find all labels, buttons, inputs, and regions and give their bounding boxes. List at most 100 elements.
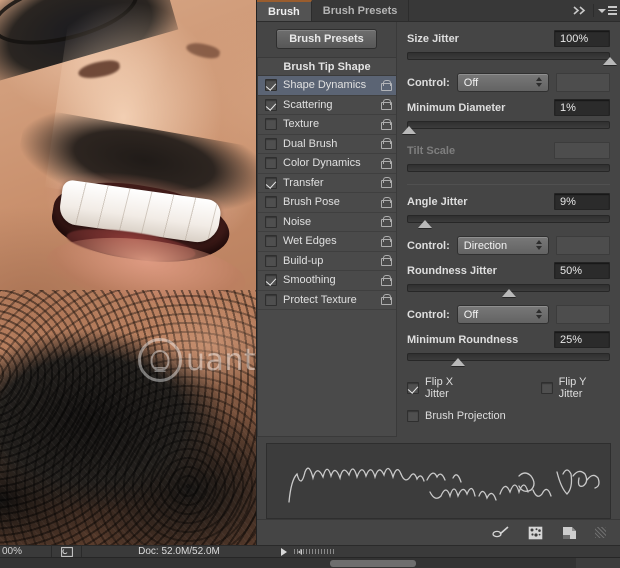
option-row-smoothing[interactable]: Smoothing — [258, 271, 396, 291]
shape-dynamics-controls: Size Jitter 100% Control: Off Minimum Di… — [397, 22, 620, 437]
brush-projection-item[interactable]: Brush Projection — [407, 410, 506, 422]
lock-icon[interactable] — [381, 255, 392, 267]
checkbox-smoothing[interactable] — [265, 274, 277, 287]
option-row-texture[interactable]: Texture — [258, 115, 396, 135]
minimum-roundness-slider[interactable] — [407, 351, 610, 366]
minimum-diameter-row: Minimum Diameter 1% — [407, 91, 610, 116]
flip-y-jitter-item[interactable]: Flip Y Jitter — [540, 376, 610, 400]
option-row-wet-edges[interactable]: Wet Edges — [258, 232, 396, 252]
slider-thumb[interactable] — [402, 126, 417, 134]
checkbox-flip-y-jitter[interactable] — [540, 382, 553, 394]
minimum-diameter-value[interactable]: 1% — [554, 99, 610, 116]
angle-jitter-slider[interactable] — [407, 213, 610, 228]
option-row-noise[interactable]: Noise — [258, 213, 396, 232]
minimum-roundness-row: Minimum Roundness 25% — [407, 323, 610, 348]
new-brush-preset-icon[interactable] — [559, 524, 579, 542]
checkbox-color-dynamics[interactable] — [265, 157, 277, 170]
checkbox-texture[interactable] — [265, 118, 277, 131]
lock-icon[interactable] — [381, 99, 392, 111]
slider-thumb[interactable] — [603, 57, 617, 65]
spinner-arrows-icon[interactable] — [536, 309, 543, 319]
brush-panel-footer — [257, 519, 620, 545]
brush-panel: Brush Brush Presets Brush Presets Brush … — [256, 0, 620, 545]
zoom-level[interactable]: 00% — [0, 546, 52, 557]
option-row-build-up[interactable]: Build-up — [258, 252, 396, 271]
lock-icon[interactable] — [381, 118, 392, 130]
option-row-brush-pose[interactable]: Brush Pose — [258, 193, 396, 213]
brush-presets-button[interactable]: Brush Presets — [276, 29, 377, 49]
brush-stroke-path — [288, 467, 600, 503]
lock-icon[interactable] — [381, 235, 392, 247]
checkbox-brush-pose[interactable] — [265, 196, 277, 209]
size-jitter-value[interactable]: 100% — [554, 30, 610, 47]
slider-thumb[interactable] — [418, 220, 433, 228]
checkbox-transfer[interactable] — [265, 176, 277, 189]
minimum-diameter-slider[interactable] — [402, 119, 610, 134]
slider-track[interactable] — [407, 215, 610, 223]
option-label: Wet Edges — [283, 235, 337, 248]
flip-x-jitter-item[interactable]: Flip X Jitter — [407, 376, 477, 400]
tab-brush[interactable]: Brush — [257, 0, 312, 21]
spinner-arrows-icon[interactable] — [536, 240, 543, 250]
presets-button-wrap: Brush Presets — [257, 22, 396, 57]
option-row-color-dynamics[interactable]: Color Dynamics — [258, 154, 396, 174]
panel-menu-icon[interactable] — [594, 0, 620, 21]
option-row-scattering[interactable]: Scattering — [258, 96, 396, 115]
slider-thumb[interactable] — [450, 358, 465, 366]
option-row-shape-dynamics[interactable]: Shape Dynamics — [258, 76, 396, 96]
roundness-jitter-value[interactable]: 50% — [554, 262, 610, 279]
size-control-row: Control: Off — [407, 65, 610, 92]
checkbox-flip-x-jitter[interactable] — [407, 382, 419, 394]
lock-icon[interactable] — [381, 274, 392, 286]
panel-resize-grip[interactable] — [595, 527, 606, 538]
document-thumbnail-icon[interactable] — [52, 546, 82, 557]
angle-control-select[interactable]: Direction — [456, 236, 550, 255]
tilt-scale-value — [554, 142, 610, 159]
checkbox-protect-texture[interactable] — [265, 293, 277, 306]
slider-track[interactable] — [407, 52, 610, 60]
lock-icon[interactable] — [381, 216, 392, 228]
angle-jitter-row: Angle Jitter 9% — [407, 185, 610, 210]
roundness-jitter-label: Roundness Jitter — [407, 264, 497, 277]
checkbox-scattering[interactable] — [265, 98, 277, 111]
size-control-select[interactable]: Off — [456, 73, 550, 92]
brush-preset-picker-icon[interactable] — [525, 524, 545, 542]
checkbox-wet-edges[interactable] — [265, 235, 277, 248]
option-row-transfer[interactable]: Transfer — [258, 174, 396, 193]
lock-icon[interactable] — [381, 196, 392, 208]
scrollbar-thumb[interactable] — [330, 560, 416, 567]
play-triangle-icon[interactable] — [276, 547, 292, 556]
brush-tip-shape-header[interactable]: Brush Tip Shape — [258, 58, 396, 76]
roundness-jitter-slider[interactable] — [407, 282, 610, 297]
checkbox-noise[interactable] — [265, 215, 277, 228]
checkbox-shape-dynamics[interactable] — [265, 79, 277, 92]
angle-jitter-value[interactable]: 9% — [554, 193, 610, 210]
panel-body: Brush Presets Brush Tip Shape Shape Dyna… — [257, 22, 620, 437]
slider-thumb[interactable] — [501, 289, 516, 297]
lock-icon[interactable] — [381, 177, 392, 189]
slider-track[interactable] — [407, 353, 610, 361]
slider-track[interactable] — [407, 121, 610, 129]
option-label: Protect Texture — [283, 293, 357, 306]
size-jitter-slider[interactable] — [407, 50, 617, 65]
spinner-arrows-icon[interactable] — [536, 77, 543, 87]
checkbox-brush-projection[interactable] — [407, 410, 419, 422]
tab-brush-presets[interactable]: Brush Presets — [312, 0, 410, 21]
horizontal-scrollbar[interactable] — [0, 549, 620, 568]
lock-icon[interactable] — [381, 294, 392, 306]
lock-icon[interactable] — [381, 138, 392, 150]
checkbox-build-up[interactable] — [265, 254, 277, 267]
roundness-control-select[interactable]: Off — [456, 305, 550, 324]
option-row-dual-brush[interactable]: Dual Brush — [258, 135, 396, 154]
checkbox-dual-brush[interactable] — [265, 137, 277, 150]
minimum-roundness-value[interactable]: 25% — [554, 331, 610, 348]
lock-icon[interactable] — [381, 157, 392, 169]
brush-projection-row: Brush Projection — [407, 400, 610, 422]
double-chevron-right-icon[interactable] — [567, 0, 593, 21]
toggle-live-tip-brush-icon[interactable] — [491, 524, 511, 542]
lock-icon[interactable] — [381, 79, 392, 91]
roundness-control-value: Off — [463, 308, 479, 321]
brush-preview-wrap — [257, 437, 620, 519]
tabbar-spacer — [409, 0, 567, 21]
option-row-protect-texture[interactable]: Protect Texture — [258, 291, 396, 310]
